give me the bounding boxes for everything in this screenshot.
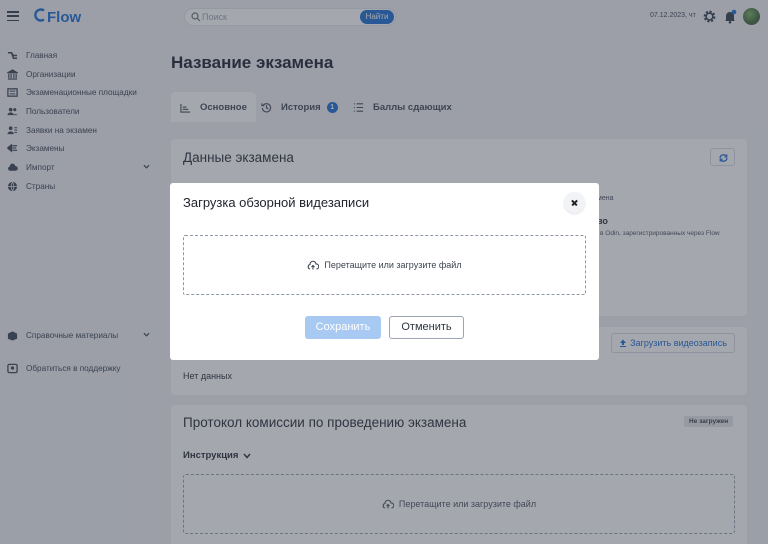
cancel-button[interactable]: Отменить (389, 316, 464, 339)
close-button[interactable] (564, 192, 585, 213)
dialog-title: Загрузка обзорной видезаписи (183, 195, 370, 210)
cloud-upload-icon (308, 260, 320, 270)
upload-video-dialog: Загрузка обзорной видезаписи Перетащите … (170, 183, 599, 360)
save-button[interactable]: Сохранить (305, 316, 381, 339)
dropzone-label: Перетащите или загрузите файл (324, 260, 462, 270)
video-dropzone[interactable]: Перетащите или загрузите файл (183, 235, 586, 295)
